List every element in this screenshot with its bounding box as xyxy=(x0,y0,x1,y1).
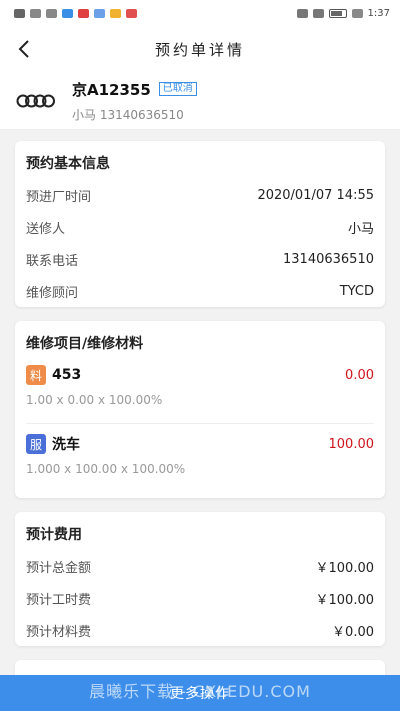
signal-icon xyxy=(30,8,41,18)
status-right: 1:37 xyxy=(296,7,390,19)
row-label: 预进厂时间 xyxy=(26,189,92,205)
page-title: 预约单详情 xyxy=(154,40,245,59)
item-top: 服 洗车 100.00 xyxy=(26,432,374,456)
info-row-sender: 送修人 小马 xyxy=(15,211,385,243)
items-card: 维修项目/维修材料 料 453 0.00 1.00 x 0.00 x 100.0… xyxy=(15,321,385,498)
row-label: 送修人 xyxy=(26,221,66,237)
row-value: TYCD xyxy=(339,283,374,299)
fees-title: 预计费用 xyxy=(26,527,82,543)
fee-row-material: 预计材料费 ￥0.00 xyxy=(15,614,385,646)
map-pin-icon xyxy=(126,8,137,18)
car-text: 京A12355 已取消 小马 13140636510 xyxy=(72,79,197,123)
row-label: 预计总金额 xyxy=(26,560,92,576)
item-formula: 1.00 x 0.00 x 100.00% xyxy=(26,393,163,407)
status-badge: 已取消 xyxy=(158,82,197,96)
app-icon xyxy=(94,8,105,18)
row-label: 维修顾问 xyxy=(26,285,79,301)
item-left: 料 453 xyxy=(26,365,81,385)
row-value: ￥100.00 xyxy=(315,592,375,608)
header: 预约单详情 xyxy=(0,26,400,72)
item-formula: 1.000 x 100.00 x 100.00% xyxy=(26,462,186,476)
app-icon xyxy=(78,8,89,18)
item-price: 0.00 xyxy=(345,367,374,383)
items-title: 维修项目/维修材料 xyxy=(26,336,144,352)
row-value: 13140636510 xyxy=(283,251,374,267)
leaf-icon xyxy=(351,8,363,18)
audi-logo-icon xyxy=(16,94,55,107)
list-item[interactable]: 料 453 0.00 1.00 x 0.00 x 100.00% xyxy=(15,359,385,424)
more-actions-button[interactable]: 更多操作 xyxy=(0,675,400,711)
row-value: 小马 xyxy=(347,221,374,237)
list-item[interactable]: 服 洗车 100.00 1.000 x 100.00 x 100.00% xyxy=(15,432,385,486)
battery-icon xyxy=(328,8,347,18)
app-icon xyxy=(110,8,121,18)
material-tag-icon: 料 xyxy=(26,365,46,385)
fee-row-total: 预计总金额 ￥100.00 xyxy=(15,550,385,582)
app-icon xyxy=(62,8,73,18)
basic-info-card: 预约基本信息 预进厂时间 2020/01/07 14:55 送修人 小马 联系电… xyxy=(15,141,385,307)
row-label: 联系电话 xyxy=(26,253,79,269)
item-left: 服 洗车 xyxy=(26,434,80,454)
info-row-arrival-time: 预进厂时间 2020/01/07 14:55 xyxy=(15,179,385,211)
item-name: 洗车 xyxy=(52,437,80,453)
divider xyxy=(26,423,374,424)
more-actions-label: 更多操作 xyxy=(170,686,230,702)
info-row-phone: 联系电话 13140636510 xyxy=(15,243,385,275)
item-price: 100.00 xyxy=(328,436,375,452)
item-name: 453 xyxy=(52,367,82,383)
alarm-icon xyxy=(312,8,324,18)
row-label: 预计工时费 xyxy=(26,592,92,608)
row-value: 2020/01/07 14:55 xyxy=(257,187,374,203)
fee-row-labor: 预计工时费 ￥100.00 xyxy=(15,582,385,614)
wifi-icon xyxy=(46,8,57,18)
hd-icon xyxy=(14,8,25,18)
plate-line: 京A12355 已取消 xyxy=(72,79,197,100)
status-left xyxy=(14,8,137,18)
fees-card: 预计费用 预计总金额 ￥100.00 预计工时费 ￥100.00 预计材料费 ￥… xyxy=(15,512,385,646)
basic-info-title: 预约基本信息 xyxy=(26,156,110,172)
eye-icon xyxy=(296,8,308,18)
info-row-advisor: 维修顾问 TYCD xyxy=(15,275,385,307)
row-label: 预计材料费 xyxy=(26,624,92,640)
row-value: ￥0.00 xyxy=(332,624,374,640)
back-arrow-icon[interactable] xyxy=(14,38,36,60)
item-top: 料 453 0.00 xyxy=(26,363,374,387)
plate-number: 京A12355 xyxy=(72,80,151,99)
owner-contact: 小马 13140636510 xyxy=(72,107,184,122)
service-tag-icon: 服 xyxy=(26,434,46,454)
status-bar: 1:37 xyxy=(0,0,400,26)
car-info: 京A12355 已取消 小马 13140636510 xyxy=(0,72,400,130)
status-time: 1:37 xyxy=(367,7,390,19)
row-value: ￥100.00 xyxy=(315,560,375,576)
